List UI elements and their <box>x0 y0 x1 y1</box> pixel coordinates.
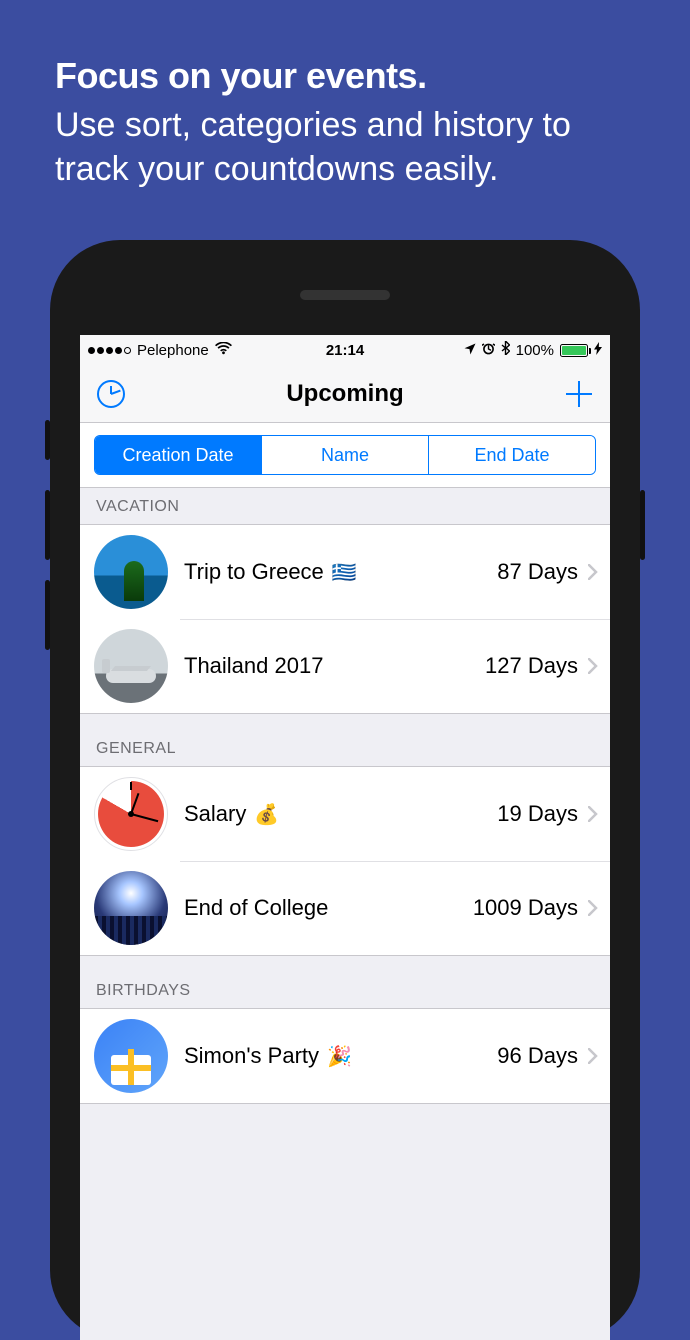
event-thumb-icon <box>94 535 168 609</box>
event-countdown: 87 Days <box>497 559 578 585</box>
battery-pct: 100% <box>516 342 554 359</box>
phone-screen: Pelephone 21:14 100% <box>80 335 610 1340</box>
event-emoji: 🎉 <box>327 1044 352 1069</box>
chevron-right-icon <box>578 806 598 822</box>
phone-frame: Pelephone 21:14 100% <box>50 240 640 1340</box>
event-title: Trip to Greece <box>184 559 324 585</box>
phone-side-button <box>45 490 50 560</box>
charging-icon <box>594 342 602 358</box>
segment-creation-date[interactable]: Creation Date <box>95 436 261 474</box>
event-title: Thailand 2017 <box>184 653 323 679</box>
nav-title: Upcoming <box>286 380 403 408</box>
clock-icon <box>97 380 125 408</box>
status-bar: Pelephone 21:14 100% <box>80 335 610 365</box>
promo-copy: Focus on your events. Use sort, categori… <box>0 0 690 191</box>
nav-bar: Upcoming <box>80 365 610 423</box>
wifi-icon <box>215 342 232 359</box>
countdown-row[interactable]: Salary 💰 19 Days <box>80 767 610 861</box>
event-title: Salary <box>184 801 246 827</box>
event-thumb-icon <box>94 777 168 851</box>
segment-end-date[interactable]: End Date <box>428 436 595 474</box>
countdown-row[interactable]: Simon's Party 🎉 96 Days <box>80 1009 610 1103</box>
section-header-vacation: VACATION <box>80 488 610 524</box>
segment-name[interactable]: Name <box>261 436 428 474</box>
history-button[interactable] <box>94 377 128 411</box>
chevron-right-icon <box>578 900 598 916</box>
event-countdown: 127 Days <box>485 653 578 679</box>
alarm-icon <box>482 342 495 359</box>
plus-icon <box>566 381 592 407</box>
section-header-birthdays: BIRTHDAYS <box>80 956 610 1008</box>
countdown-row[interactable]: End of College 1009 Days <box>80 861 610 955</box>
promo-sub: Use sort, categories and history to trac… <box>55 103 635 191</box>
phone-side-button <box>45 580 50 650</box>
sort-segmented-control: Creation Date Name End Date <box>94 435 596 475</box>
sort-segmented-wrap: Creation Date Name End Date <box>80 423 610 488</box>
chevron-right-icon <box>578 658 598 674</box>
section-header-general: GENERAL <box>80 714 610 766</box>
event-countdown: 96 Days <box>497 1043 578 1069</box>
chevron-right-icon <box>578 1048 598 1064</box>
phone-side-button <box>640 490 645 560</box>
event-countdown: 1009 Days <box>473 895 578 921</box>
location-icon <box>464 342 476 359</box>
event-thumb-icon <box>94 629 168 703</box>
event-emoji: 🇬🇷 <box>332 560 357 585</box>
event-title: Simon's Party <box>184 1043 319 1069</box>
chevron-right-icon <box>578 564 598 580</box>
battery-icon <box>560 344 588 357</box>
promo-headline: Focus on your events. <box>55 55 635 97</box>
event-emoji: 💰 <box>254 802 279 827</box>
signal-dots-icon <box>88 347 131 354</box>
countdown-row[interactable]: Thailand 2017 127 Days <box>80 619 610 713</box>
bluetooth-icon <box>501 341 510 359</box>
phone-side-button <box>45 420 50 460</box>
carrier-label: Pelephone <box>137 342 209 359</box>
event-countdown: 19 Days <box>497 801 578 827</box>
event-thumb-icon <box>94 871 168 945</box>
add-button[interactable] <box>562 377 596 411</box>
event-thumb-icon <box>94 1019 168 1093</box>
status-time: 21:14 <box>326 342 364 359</box>
countdown-row[interactable]: Trip to Greece 🇬🇷 87 Days <box>80 525 610 619</box>
event-title: End of College <box>184 895 328 921</box>
